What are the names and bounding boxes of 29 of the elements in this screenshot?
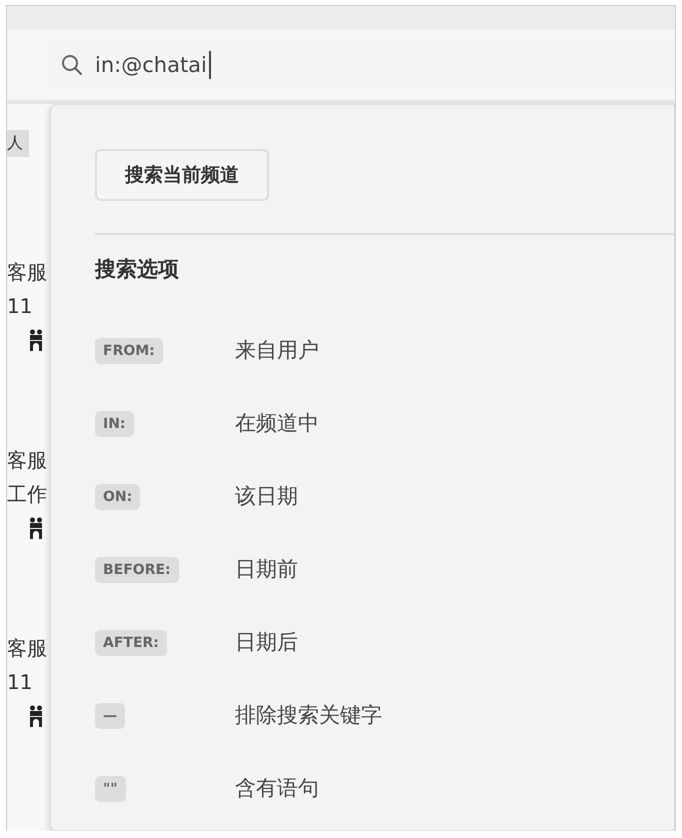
option-keyword[interactable]: BEFORE: [95, 557, 179, 583]
option-label[interactable]: 日期前 [235, 554, 298, 582]
option-keyword[interactable]: IN: [95, 411, 134, 437]
search-text: in:@chatai [95, 53, 207, 77]
option-label[interactable]: 含有语句 [235, 774, 319, 802]
search-icon [61, 54, 83, 76]
robot-icon [29, 517, 43, 539]
option-label[interactable]: 排除搜索关键字 [235, 700, 382, 728]
option-keyword[interactable]: — [95, 703, 125, 729]
sidebar-text: 客服 [7, 261, 48, 283]
option-keyword[interactable]: AFTER: [95, 630, 167, 656]
option-label[interactable]: 在频道中 [235, 408, 319, 436]
option-keyword[interactable]: FROM: [95, 338, 163, 364]
option-keyword[interactable]: "" [95, 776, 126, 802]
search-channel-button[interactable]: 搜索当前频道 [95, 149, 269, 201]
sidebar-text: 11 [7, 671, 34, 693]
option-label[interactable]: 日期后 [235, 628, 298, 656]
sidebar-text: 客服 [7, 449, 48, 471]
section-title: 搜索选项 [95, 256, 180, 283]
sidebar-text: 11 [7, 295, 34, 317]
sidebar-text: 客服 [7, 637, 48, 659]
sidebar-text: 工作 [7, 483, 48, 505]
text-cursor [208, 51, 211, 79]
robot-icon [29, 705, 43, 727]
robot-icon [29, 329, 43, 351]
option-keyword[interactable]: ON: [95, 484, 140, 510]
sidebar-tag: 人 [7, 130, 29, 157]
option-label[interactable]: 该日期 [235, 482, 298, 510]
option-label[interactable]: 来自用户 [235, 336, 319, 364]
